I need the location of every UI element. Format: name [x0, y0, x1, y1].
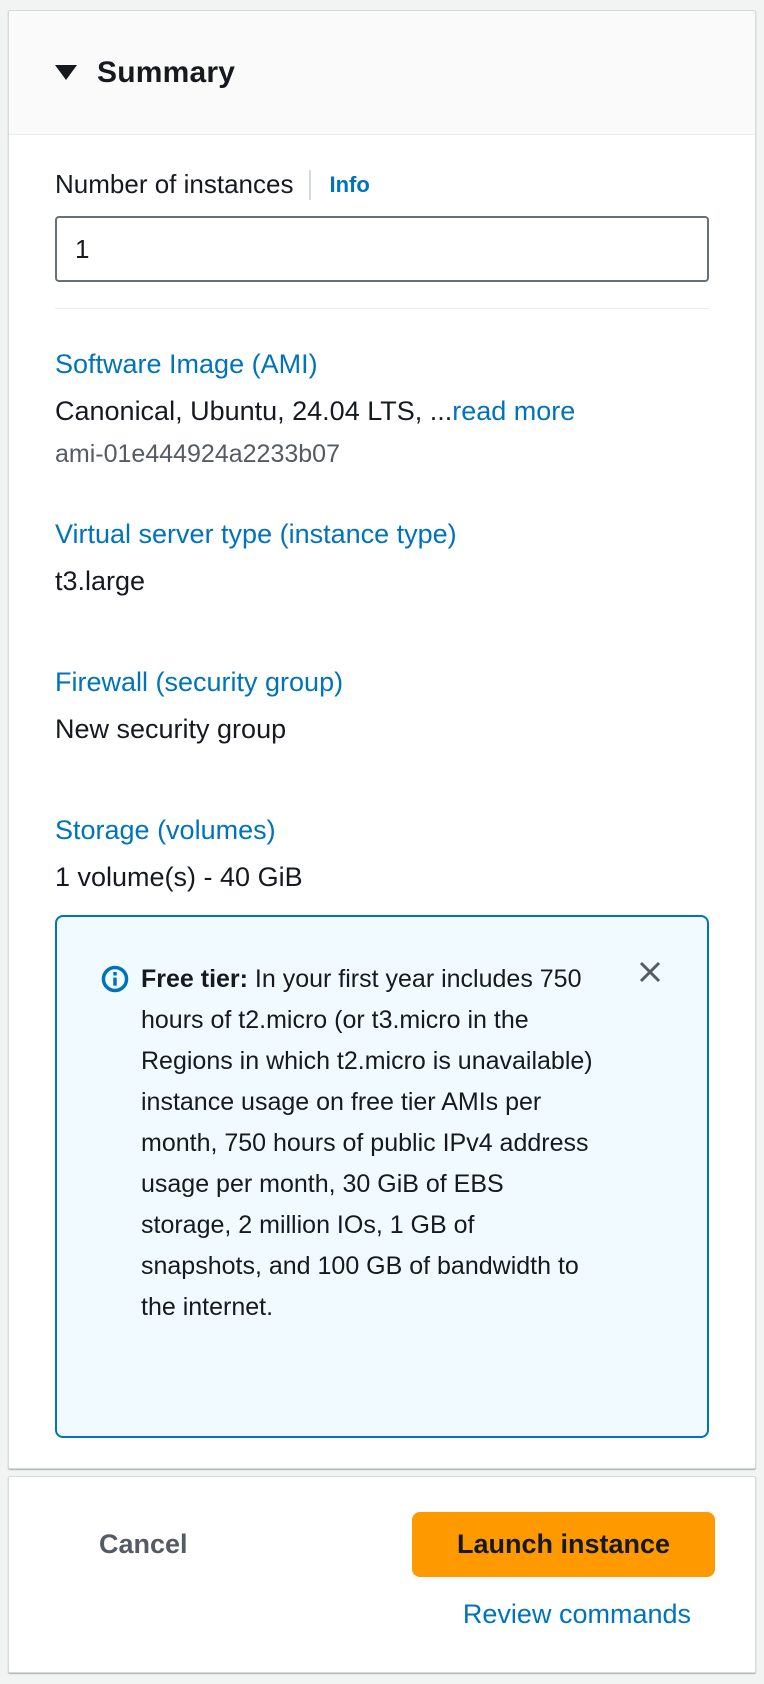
free-tier-bold-prefix: Free tier: — [141, 965, 248, 993]
review-commands-link[interactable]: Review commands — [463, 1599, 691, 1630]
software-image-value: Canonical, Ubuntu, 24.04 LTS, ...read mo… — [55, 396, 709, 427]
action-footer: Cancel Launch instance Review commands — [8, 1476, 756, 1673]
number-of-instances-row: Number of instances Info — [55, 169, 709, 200]
footer-right-group: Launch instance Review commands — [412, 1477, 715, 1630]
collapse-triangle-icon — [55, 65, 77, 80]
section-software-image: Software Image (AMI) Canonical, Ubuntu, … — [55, 349, 709, 469]
cancel-button[interactable]: Cancel — [99, 1529, 188, 1560]
number-of-instances-label: Number of instances — [55, 169, 293, 200]
summary-panel: Summary Number of instances Info Softwar… — [8, 10, 756, 1469]
read-more-link[interactable]: read more — [452, 396, 575, 426]
security-group-link[interactable]: Firewall (security group) — [55, 667, 343, 698]
close-icon[interactable] — [635, 957, 665, 987]
software-image-link[interactable]: Software Image (AMI) — [55, 349, 318, 380]
ami-id: ami-01e444924a2233b07 — [55, 439, 709, 469]
free-tier-alert: Free tier: In your first year includes 7… — [55, 915, 709, 1438]
free-tier-text: Free tier: In your first year includes 7… — [141, 959, 593, 1328]
number-of-instances-input[interactable] — [55, 216, 709, 282]
section-security-group: Firewall (security group) New security g… — [55, 667, 709, 745]
storage-link[interactable]: Storage (volumes) — [55, 815, 276, 846]
content-divider — [55, 308, 709, 309]
section-instance-type: Virtual server type (instance type) t3.l… — [55, 519, 709, 597]
info-link[interactable]: Info — [329, 172, 369, 198]
section-storage: Storage (volumes) 1 volume(s) - 40 GiB — [55, 815, 709, 893]
instance-type-link[interactable]: Virtual server type (instance type) — [55, 519, 457, 550]
storage-value: 1 volume(s) - 40 GiB — [55, 862, 709, 893]
summary-content: Number of instances Info Software Image … — [9, 135, 755, 1438]
instance-type-value: t3.large — [55, 566, 709, 597]
launch-instance-button[interactable]: Launch instance — [412, 1512, 715, 1577]
label-divider — [309, 170, 311, 200]
info-circle-icon — [101, 965, 129, 998]
panel-title: Summary — [97, 56, 235, 90]
security-group-value: New security group — [55, 714, 709, 745]
summary-header[interactable]: Summary — [9, 11, 755, 135]
